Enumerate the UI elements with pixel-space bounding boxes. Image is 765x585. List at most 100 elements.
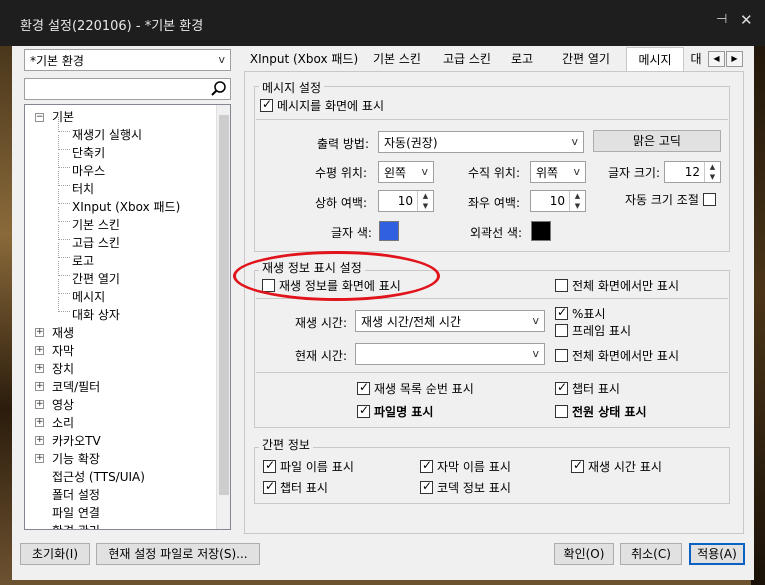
cancel-button[interactable]: 취소(C) [620,543,682,565]
tree-item-0[interactable]: 재생기 실행시 [72,126,142,143]
tree-category-8[interactable]: 접근성 (TTS/UIA) [52,468,145,485]
filename-checkbox[interactable]: 파일명 표시 [357,403,433,419]
tree-item-8[interactable]: 간편 열기 [72,270,120,287]
checkbox-box [420,458,433,473]
fullscreen-only-checkbox[interactable]: 전체 화면에서만 표시 [555,277,679,293]
search-icon[interactable] [210,80,228,98]
chapter-checkbox[interactable]: 챕터 표시 [555,380,620,396]
chevron-down-icon: v [573,165,580,178]
font-color-label: 글자 색: [331,226,372,240]
search-input[interactable] [24,78,231,100]
expand-icon[interactable]: + [35,328,44,337]
tree-item-7[interactable]: 로고 [72,252,94,269]
expand-icon[interactable]: + [35,400,44,409]
checkbox-label: 전체 화면에서만 표시 [572,278,679,293]
brief-codec-checkbox[interactable]: 코덱 정보 표시 [420,479,511,495]
hpos-select[interactable]: 왼쪽 v [378,161,434,183]
percent-checkbox[interactable]: %표시 [555,305,605,321]
tree-item-3[interactable]: 터치 [72,180,94,197]
checkbox-label: 파일 이름 표시 [280,459,354,474]
tab-advanced-skin[interactable]: 고급 스킨 [432,47,502,71]
brief-playtime-checkbox[interactable]: 재생 시간 표시 [571,458,662,474]
tree-category-1[interactable]: 자막 [52,342,74,359]
tree-item-2[interactable]: 마우스 [72,162,105,179]
checkbox-label: 메시지를 화면에 표시 [277,98,384,113]
checkbox-label: 챕터 표시 [280,480,328,495]
tree-connector [58,171,70,186]
tree-category-11[interactable]: 환경 관리 [52,522,100,529]
output-method-label: 출력 방법: [317,137,370,151]
collapse-icon[interactable]: − [35,113,44,122]
close-icon[interactable]: ✕ [740,12,756,28]
tree-category-9[interactable]: 폴더 설정 [52,486,100,503]
output-method-select[interactable]: 자동(권장) v [378,131,584,153]
tree-item-5[interactable]: 기본 스킨 [72,216,120,233]
brief-filename-checkbox[interactable]: 파일 이름 표시 [263,458,354,474]
save-current-button[interactable]: 현재 설정 파일로 저장(S)... [96,543,260,565]
tab-quick-open[interactable]: 간편 열기 [546,47,626,71]
tab-dialog[interactable]: 대 [686,47,706,71]
tree-scrollbar[interactable] [216,105,230,529]
tree-category-10[interactable]: 파일 연결 [52,504,100,521]
tree-connector [58,117,70,132]
scroll-thumb[interactable] [219,115,229,495]
tree-connector [58,261,70,276]
tree-category-3[interactable]: 코덱/필터 [52,378,100,395]
expand-icon[interactable]: + [35,418,44,427]
tree-connector [58,153,70,168]
tree-category-7[interactable]: 기능 확장 [52,450,100,467]
tree-item-1[interactable]: 단축키 [72,144,105,161]
apply-button[interactable]: 적용(A) [689,543,745,565]
tree-category-6[interactable]: 카카오TV [52,432,101,449]
power-checkbox[interactable]: 전원 상태 표시 [555,403,647,419]
tree-category-4[interactable]: 영상 [52,396,74,413]
spin-arrows-icon[interactable]: ▲ ▼ [417,191,433,211]
tree-item-6[interactable]: 고급 스킨 [72,234,120,251]
tree-item-4[interactable]: XInput (Xbox 패드) [72,198,180,215]
brief-chapter-checkbox[interactable]: 챕터 표시 [263,479,328,495]
spin-arrows-icon[interactable]: ▲ ▼ [704,162,720,182]
vmargin-spin[interactable]: 10 ▲ ▼ [378,190,434,212]
tree-category-0[interactable]: 재생 [52,324,74,341]
vpos-select[interactable]: 위쪽 v [530,161,586,183]
fullscreen-only2-checkbox[interactable]: 전체 화면에서만 표시 [555,347,679,363]
hmargin-label: 좌우 여백: [468,196,521,210]
pin-icon[interactable]: ⊣ [716,12,732,28]
hmargin-spin[interactable]: 10 ▲ ▼ [530,190,586,212]
expand-icon[interactable]: + [35,454,44,463]
frame-checkbox[interactable]: 프레임 표시 [555,322,631,338]
ok-button[interactable]: 확인(O) [554,543,614,565]
font-button[interactable]: 맑은 고딕 [593,130,721,152]
show-message-checkbox[interactable]: 메시지를 화면에 표시 [260,97,384,113]
play-time-label: 재생 시간: [295,316,348,330]
expand-icon[interactable]: + [35,364,44,373]
tree-item-9[interactable]: 메시지 [72,288,105,305]
chevron-down-icon: v [571,135,578,148]
brief-subtitle-checkbox[interactable]: 자막 이름 표시 [420,458,511,474]
current-time-select[interactable]: v [355,343,545,365]
spin-arrows-icon[interactable]: ▲ ▼ [569,191,585,211]
autosize-checkbox[interactable]: 자동 크기 조절 [625,191,716,207]
outline-color-swatch[interactable] [531,221,551,241]
tab-message[interactable]: 메시지 [626,47,684,71]
reset-button[interactable]: 초기화(I) [20,543,90,565]
expand-icon[interactable]: + [35,346,44,355]
play-time-select[interactable]: 재생 시간/전체 시간 v [355,310,545,332]
font-color-swatch[interactable] [379,221,399,241]
checkbox-label: 자동 크기 조절 [625,192,699,207]
font-size-spin[interactable]: 12 ▲ ▼ [664,161,721,183]
tree-item-10[interactable]: 대화 상자 [72,306,120,323]
tab-scroll-left-icon[interactable]: ◀ [708,51,725,67]
checkbox-box [571,458,584,473]
tree-category-5[interactable]: 소리 [52,414,74,431]
tab-scroll-right-icon[interactable]: ▶ [726,51,743,67]
tab-xinput[interactable]: XInput (Xbox 패드) [246,47,362,71]
hmargin-value: 10 [549,194,565,208]
expand-icon[interactable]: + [35,436,44,445]
tab-logo[interactable]: 로고 [502,47,542,71]
tab-basic-skin[interactable]: 기본 스킨 [362,47,432,71]
playlist-order-checkbox[interactable]: 재생 목록 순번 표시 [357,380,474,396]
expand-icon[interactable]: + [35,382,44,391]
tree-category-2[interactable]: 장치 [52,360,74,377]
preset-select[interactable]: *기본 환경 v [24,49,231,71]
